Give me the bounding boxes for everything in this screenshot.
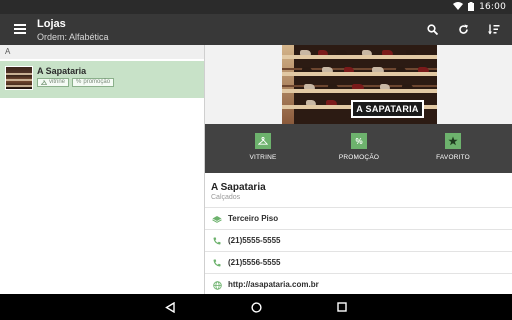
sort-icon[interactable] bbox=[486, 22, 502, 38]
hanger-icon bbox=[41, 80, 47, 85]
store-thumbnail bbox=[5, 66, 33, 90]
promocao-button[interactable]: % PROMOÇÃO bbox=[329, 133, 389, 161]
store-action-bar: VITRINE % PROMOÇÃO FAVORITO bbox=[205, 124, 512, 173]
phone-icon bbox=[212, 236, 222, 246]
status-icons: 16:00 bbox=[453, 0, 506, 14]
phone-text-1: (21)5555-5555 bbox=[228, 236, 281, 245]
badge-vitrine-label: vitrine bbox=[49, 79, 66, 85]
hanger-icon bbox=[255, 133, 271, 149]
section-letter-header: A bbox=[0, 45, 204, 59]
list-item-store[interactable]: A Sapataria vitrine % promoção bbox=[0, 61, 204, 98]
home-icon[interactable] bbox=[249, 300, 263, 314]
recents-icon[interactable] bbox=[335, 300, 349, 314]
vitrine-label: VITRINE bbox=[249, 154, 277, 161]
info-row-website[interactable]: http://asapataria.com.br bbox=[205, 273, 512, 294]
toolbar-actions bbox=[424, 14, 502, 45]
floor-text: Terceiro Piso bbox=[228, 214, 279, 223]
favorito-label: FAVORITO bbox=[436, 154, 470, 161]
floor-icon bbox=[212, 214, 222, 224]
navigation-bar bbox=[0, 294, 512, 320]
vitrine-button[interactable]: VITRINE bbox=[233, 133, 293, 161]
back-icon[interactable] bbox=[163, 300, 177, 314]
phone-text-2: (21)5556-5555 bbox=[228, 258, 281, 267]
info-row-phone-1[interactable]: (21)5555-5555 bbox=[205, 229, 512, 251]
phone-icon bbox=[212, 258, 222, 268]
battery-icon bbox=[468, 1, 475, 13]
percent-icon: % bbox=[351, 133, 367, 149]
badge-promocao: % promoção bbox=[72, 78, 115, 87]
search-icon[interactable] bbox=[424, 22, 440, 38]
store-hero: A SAPATARIA bbox=[205, 45, 512, 124]
app-toolbar: Lojas Ordem: Alfabética bbox=[0, 14, 512, 45]
badge-vitrine: vitrine bbox=[37, 78, 70, 87]
promocao-label: PROMOÇÃO bbox=[338, 154, 380, 161]
info-row-phone-2[interactable]: (21)5556-5555 bbox=[205, 251, 512, 273]
store-badges: vitrine % promoção bbox=[37, 78, 115, 87]
store-name: A Sapataria bbox=[37, 66, 87, 76]
store-photo: A SAPATARIA bbox=[282, 45, 437, 124]
favorito-button[interactable]: FAVORITO bbox=[423, 133, 483, 161]
menu-icon[interactable] bbox=[14, 24, 26, 34]
refresh-icon[interactable] bbox=[455, 22, 471, 38]
store-detail-pane: A SAPATARIA VITRINE % PROMOÇÃO FAVORITO … bbox=[205, 45, 512, 294]
badge-promocao-label: promoção bbox=[83, 79, 111, 85]
website-text: http://asapataria.com.br bbox=[228, 280, 319, 289]
clock: 16:00 bbox=[479, 2, 506, 12]
store-category: Calçados bbox=[211, 194, 241, 201]
star-icon bbox=[445, 133, 461, 149]
web-icon bbox=[212, 280, 222, 290]
percent-icon: % bbox=[76, 79, 82, 85]
sort-order-subtitle: Ordem: Alfabética bbox=[37, 32, 109, 42]
store-detail-name: A Sapataria bbox=[211, 182, 266, 193]
info-row-floor: Terceiro Piso bbox=[205, 207, 512, 229]
store-list-pane: A A Sapataria vitrine % promoção bbox=[0, 45, 205, 294]
page-title: Lojas bbox=[37, 18, 66, 30]
wifi-icon bbox=[453, 2, 464, 12]
store-logo-text: A SAPATARIA bbox=[351, 100, 424, 118]
status-bar: 16:00 bbox=[0, 0, 512, 14]
